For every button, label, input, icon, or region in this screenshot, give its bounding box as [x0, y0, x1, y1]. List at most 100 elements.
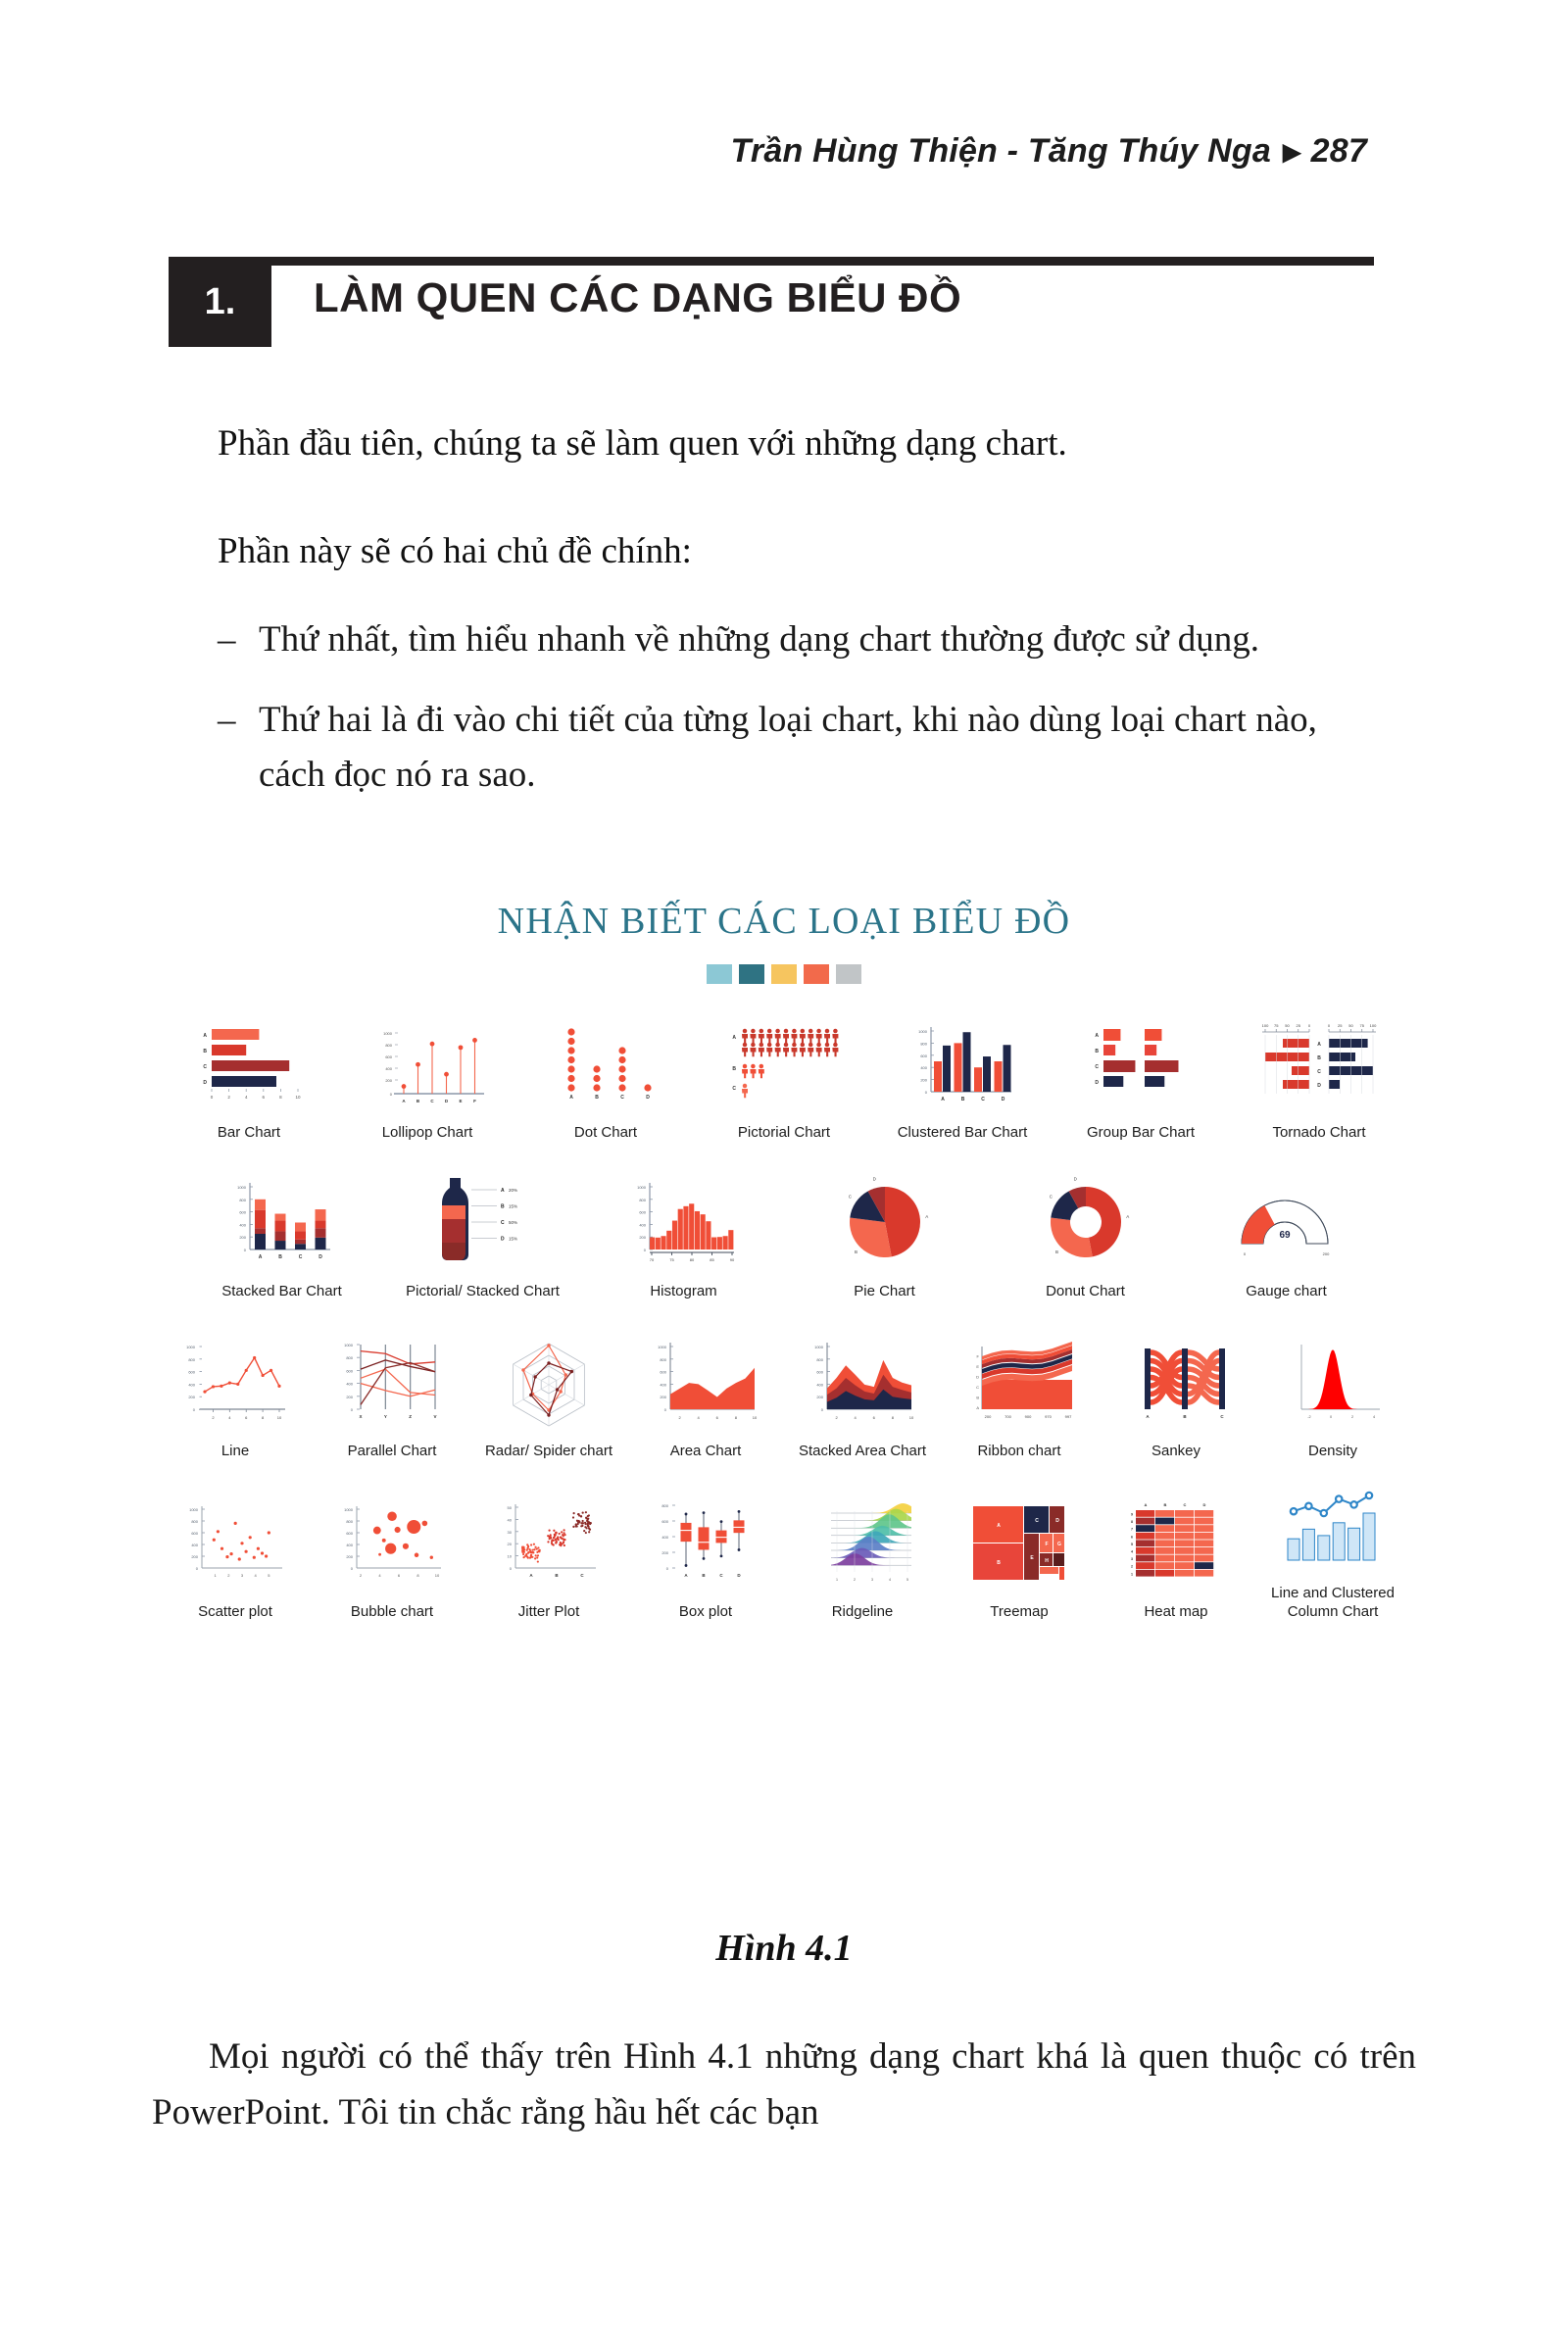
svg-text:B: B	[1317, 1055, 1321, 1061]
svg-text:C: C	[848, 1194, 852, 1199]
svg-text:0: 0	[244, 1248, 247, 1252]
svg-text:5: 5	[268, 1573, 270, 1578]
section-title: LÀM QUEN CÁC DẠNG BIỂU ĐỒ	[314, 274, 961, 321]
svg-text:D: D	[646, 1095, 650, 1101]
svg-text:600: 600	[816, 1369, 823, 1374]
chart-label: Clustered Bar Chart	[898, 1124, 1028, 1143]
chart-graphic: 0 200 400 600 800 1000 70 75 80 85 90	[622, 1171, 745, 1274]
chart-label: Sankey	[1152, 1443, 1200, 1461]
chart-graphic: 69 0 200	[1220, 1171, 1352, 1274]
svg-text:8: 8	[279, 1095, 282, 1100]
chart-graphic: A B C D	[826, 1171, 944, 1274]
svg-text:B: B	[732, 1066, 736, 1072]
svg-text:4: 4	[255, 1573, 258, 1578]
paragraph-topics-lead: Phần này sẽ có hai chủ đề chính:	[218, 524, 692, 579]
svg-text:C: C	[430, 1099, 434, 1103]
chart-label: Histogram	[650, 1283, 716, 1301]
svg-text:1000: 1000	[814, 1345, 824, 1349]
svg-text:A: A	[1145, 1502, 1148, 1507]
chart-thumbnail-pictorial-stacked-chart: A 20% B 15% C 50% D 15% Pictorial/ Stacked Chart	[382, 1166, 583, 1301]
svg-text:400: 400	[239, 1222, 246, 1227]
svg-text:600: 600	[662, 1519, 668, 1524]
chart-thumbnail-donut-chart: A B C D Donut Chart	[985, 1171, 1186, 1301]
svg-text:7: 7	[1131, 1528, 1133, 1532]
chart-thumbnail-stacked-bar-chart: 0 200 400 600 800 1000 A B C D Stacked Bar Chart	[181, 1171, 382, 1301]
chart-thumbnail-lollipop-chart: 1000 800 600 400 200 A B C D E F 0 Lollipop Chart	[338, 1017, 516, 1143]
chart-label: Heat map	[1144, 1603, 1207, 1622]
chart-thumbnail-jitter-plot: 0 10 20 30 40 50 A B C Jitter Plot	[470, 1492, 627, 1622]
chart-graphic: 0 10 20 30 40 50 A B C	[490, 1492, 608, 1594]
chart-label: Parallel Chart	[348, 1443, 437, 1461]
svg-text:200: 200	[660, 1395, 666, 1399]
svg-text:800: 800	[346, 1355, 353, 1360]
svg-text:1000: 1000	[637, 1185, 647, 1190]
svg-text:75: 75	[1360, 1023, 1365, 1028]
chart-row-1: A B C D 0 2 4 6 8 10 Bar Chart 1000 800 600 400 200 A B C D…	[127, 1017, 1441, 1143]
svg-text:B: B	[416, 1099, 419, 1103]
chart-graphic: 0 200 400 600 800 1000 1 2 3 4 5	[176, 1492, 294, 1594]
svg-text:10: 10	[295, 1095, 301, 1100]
palette-swatch-3	[771, 964, 797, 984]
chart-label: Pie Chart	[854, 1283, 915, 1301]
chart-row-2: 0 200 400 600 800 1000 A B C D Stacked Bar Chart A 2…	[127, 1166, 1441, 1301]
svg-text:D: D	[976, 1374, 979, 1379]
svg-text:B: B	[702, 1573, 706, 1578]
svg-text:800: 800	[188, 1356, 195, 1361]
svg-text:D: D	[444, 1099, 448, 1103]
svg-text:H: H	[1045, 1558, 1049, 1564]
svg-text:85: 85	[710, 1257, 714, 1262]
svg-text:0: 0	[924, 1090, 927, 1095]
chart-label: Radar/ Spider chart	[485, 1443, 612, 1461]
chart-graphic	[490, 1331, 608, 1434]
svg-text:600: 600	[660, 1369, 666, 1374]
svg-text:800: 800	[385, 1043, 392, 1048]
svg-text:4: 4	[1373, 1415, 1375, 1419]
svg-text:200: 200	[920, 1078, 927, 1083]
svg-text:B: B	[278, 1254, 282, 1260]
bullet-list: – Thứ nhất, tìm hiểu nhanh về những dạng…	[218, 612, 1384, 829]
section-heading: 1. LÀM QUEN CÁC DẠNG BIỂU ĐỒ	[169, 257, 1374, 355]
svg-text:A: A	[1095, 1033, 1099, 1039]
svg-text:6: 6	[397, 1573, 400, 1578]
svg-text:600: 600	[191, 1531, 198, 1536]
svg-text:B: B	[1055, 1250, 1058, 1254]
figure-caption: Hình 4.1	[0, 1927, 1568, 1970]
svg-text:B: B	[960, 1097, 964, 1102]
chart-label: Lollipop Chart	[382, 1124, 473, 1143]
svg-text:B: B	[595, 1095, 599, 1101]
svg-text:90: 90	[730, 1257, 735, 1262]
svg-text:F: F	[1045, 1542, 1048, 1547]
svg-text:800: 800	[191, 1519, 198, 1524]
chart-label: Jitter Plot	[518, 1603, 580, 1622]
running-head: Trần Hùng Thiện - Tăng Thúy Nga ▶ 287	[731, 132, 1367, 171]
chart-row-4: 0 200 400 600 800 1000 1 2 3 4 5 Scatter plot 0 200 40…	[127, 1478, 1441, 1622]
svg-text:B: B	[997, 1560, 1001, 1566]
svg-text:0: 0	[350, 1566, 353, 1571]
svg-text:25: 25	[1297, 1023, 1301, 1028]
chart-thumbnail-bar-chart: A B C D 0 2 4 6 8 10 Bar Chart	[160, 1017, 338, 1143]
svg-text:A: A	[925, 1214, 928, 1219]
svg-text:G: G	[1057, 1542, 1061, 1547]
chart-label: Line and Clustered Column Chart	[1271, 1585, 1395, 1622]
chart-label: Bubble chart	[351, 1603, 433, 1622]
chart-thumbnail-area-chart: 0 200 400 600 800 1000 2 4 6 8 10 Area Chart	[627, 1331, 784, 1461]
svg-text:75: 75	[669, 1257, 674, 1262]
svg-text:0: 0	[389, 1092, 392, 1097]
svg-text:E: E	[976, 1364, 979, 1369]
chart-graphic: 1 2 3 4 5	[802, 1492, 924, 1594]
bullet-dash: –	[218, 612, 259, 667]
list-item-text: Thứ hai là đi vào chi tiết của từng loại…	[259, 693, 1384, 803]
chart-graphic: 0 200 400 600 800 A B C D	[647, 1492, 764, 1594]
svg-text:C: C	[1095, 1064, 1099, 1070]
chart-label: Treemap	[990, 1603, 1048, 1622]
svg-text:-2: -2	[1307, 1415, 1310, 1419]
svg-text:5: 5	[906, 1578, 908, 1582]
svg-text:A: A	[501, 1188, 505, 1194]
svg-text:1: 1	[1131, 1572, 1133, 1576]
svg-text:200: 200	[816, 1395, 823, 1399]
svg-text:D: D	[1095, 1080, 1099, 1086]
svg-text:0: 0	[1330, 1415, 1332, 1419]
svg-text:200: 200	[191, 1554, 198, 1559]
svg-text:400: 400	[639, 1222, 646, 1227]
svg-text:D: D	[1073, 1176, 1077, 1181]
